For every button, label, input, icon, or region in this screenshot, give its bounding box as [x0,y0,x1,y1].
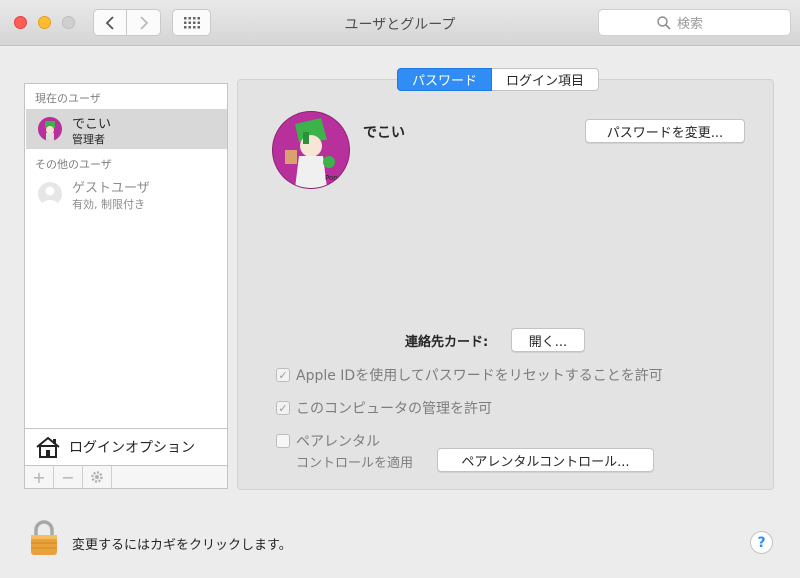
house-icon [36,436,60,458]
chevron-right-icon [139,15,148,30]
forward-button[interactable] [126,9,161,36]
change-password-button[interactable]: パスワードを変更... [585,119,745,143]
admin-checkbox[interactable]: ✓ [276,401,290,415]
search-field[interactable]: 検索 [598,9,791,36]
login-options-label: ログインオプション [69,440,195,456]
tab-password[interactable]: パスワード [397,68,493,91]
guest-avatar-icon [38,182,62,206]
tab-login-items[interactable]: ログイン項目 [492,68,600,91]
avatar [38,117,62,141]
current-users-header: 現在のユーザ [35,92,101,105]
current-user-role: 管理者 [72,133,105,146]
search-icon [657,15,671,30]
user-list: 現在のユーザ でこい 管理者 その他のユーザ ゲストユーザ 有効, 制限付き [24,83,228,428]
parental-controls-button[interactable]: ペアレンタルコントロール... [437,448,654,472]
open-contact-card-button[interactable]: 開く... [511,328,585,352]
guest-user-status: 有効, 制限付き [72,198,145,211]
user-row-guest[interactable]: ゲストユーザ 有効, 制限付き [26,174,227,214]
search-placeholder: 検索 [677,17,704,32]
lock-instruction: 変更するにはカギをクリックします。 [72,538,292,553]
help-button[interactable]: ? [750,531,773,554]
contact-card-label: 連絡先カード: [405,335,489,350]
apple-id-reset-checkbox[interactable]: ✓ [276,368,290,382]
user-picture[interactable]: Pon [273,112,349,188]
add-user-button[interactable]: + [25,466,54,488]
parental-control-label-line1: ペアレンタル [296,434,380,450]
user-list-toolbar: + − [24,465,228,489]
guest-user-name: ゲストユーザ [72,181,150,196]
chevron-left-icon [105,15,114,30]
minimize-window-button[interactable] [38,16,51,29]
zoom-window-button[interactable] [62,16,75,29]
other-users-header: その他のユーザ [35,158,112,171]
current-user-name: でこい [72,117,112,132]
user-row-current[interactable]: でこい 管理者 [26,109,227,149]
parental-control-checkbox[interactable] [276,434,290,448]
apple-id-reset-option[interactable]: ✓ Apple IDを使用してパスワードをリセットすることを許可 [276,365,663,385]
tab-bar: パスワード ログイン項目 [397,68,600,91]
parental-control-option[interactable]: ペアレンタル [276,431,380,451]
back-button[interactable] [93,9,127,36]
action-menu-button[interactable] [83,466,112,488]
admin-option[interactable]: ✓ このコンピュータの管理を許可 [276,398,492,418]
apple-id-reset-label: Apple IDを使用してパスワードをリセットすることを許可 [296,368,663,384]
parental-control-label-line2: コントロールを適用 [296,456,414,471]
show-all-button[interactable] [172,9,211,36]
close-window-button[interactable] [14,16,27,29]
gear-icon [91,471,103,483]
admin-label: このコンピュータの管理を許可 [296,401,492,417]
remove-user-button[interactable]: − [54,466,83,488]
padlock-icon[interactable] [28,520,60,560]
login-options-button[interactable]: ログインオプション [24,428,228,466]
window-title: ユーザとグループ [344,17,456,33]
grid-icon [183,16,200,28]
user-display-name: でこい [363,125,405,141]
